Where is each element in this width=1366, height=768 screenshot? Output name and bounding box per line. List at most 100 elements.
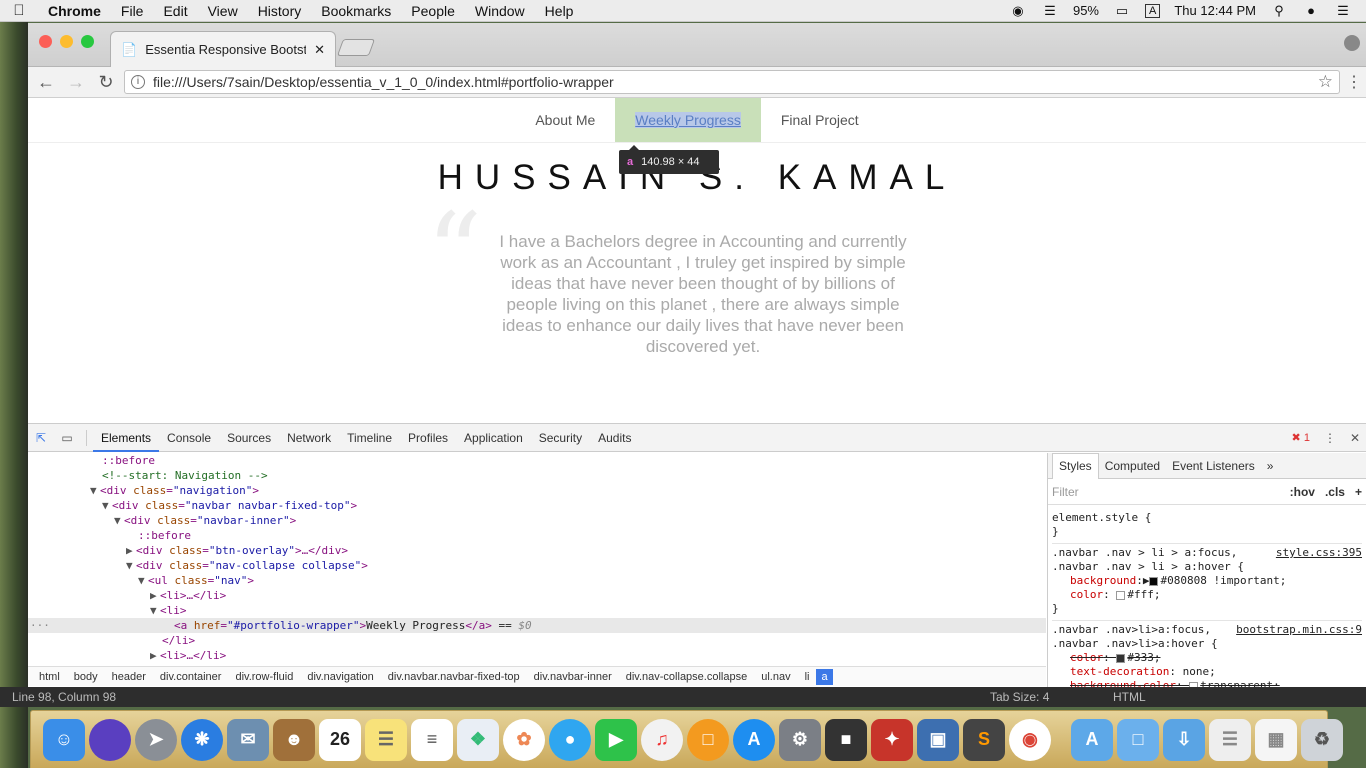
menu-chrome[interactable]: Chrome <box>38 3 111 19</box>
reload-icon[interactable]: ↻ <box>94 70 118 94</box>
crumb[interactable]: html <box>32 671 67 683</box>
document-stack-icon[interactable]: ☰ <box>1209 718 1251 761</box>
dom-line[interactable]: ▶ <li>…</li> <box>28 648 1046 663</box>
notes-icon[interactable]: ☰ <box>365 718 407 761</box>
close-window-button[interactable] <box>39 35 52 48</box>
chrome-menu-icon[interactable]: ⋮ <box>1346 72 1362 92</box>
tab-event-listeners[interactable]: Event Listeners <box>1166 459 1261 473</box>
dom-line[interactable]: ▶ <div class="btn-overlay">…</div> <box>28 543 1046 558</box>
chrome-icon[interactable]: ◉ <box>1009 718 1051 761</box>
dom-line[interactable]: </li> <box>28 633 1046 648</box>
menu-view[interactable]: View <box>198 3 248 19</box>
crumb[interactable]: div.navbar-inner <box>527 671 619 683</box>
app-icon-monitor[interactable]: ▣ <box>917 718 959 761</box>
dom-line-selected[interactable]: ··· <a href="#portfolio-wrapper">Weekly P… <box>28 618 1046 633</box>
close-tab-icon[interactable]: ✕ <box>314 42 325 58</box>
dom-line[interactable]: ▼ <div class="navigation"> <box>28 483 1046 498</box>
back-icon[interactable]: ← <box>34 70 58 94</box>
maps-icon[interactable]: ❖ <box>457 718 499 761</box>
dom-line[interactable]: ::before <box>28 453 1046 468</box>
photos-icon[interactable]: ✿ <box>503 718 545 761</box>
add-rule-icon[interactable]: + <box>1355 485 1362 499</box>
browser-tab[interactable]: 📄 Essentia Responsive Bootstrap ✕ <box>110 31 336 67</box>
facetime-icon[interactable]: ▶ <box>595 718 637 761</box>
crumb-current[interactable]: a <box>816 668 833 685</box>
dom-line[interactable]: ▼ <div class="navbar navbar-fixed-top"> <box>28 498 1046 513</box>
itunes-icon[interactable]: ♫ <box>641 718 683 761</box>
tab-console[interactable]: Console <box>159 424 219 452</box>
applications-folder-icon[interactable]: A <box>1071 718 1113 761</box>
wifi-icon[interactable]: ☰ <box>1041 3 1059 18</box>
hat-icon[interactable]: ◉ <box>1009 3 1027 18</box>
nav-weekly-progress[interactable]: Weekly Progress <box>615 98 761 142</box>
address-bar[interactable]: i file:///Users/7sain/Desktop/essentia_v… <box>124 70 1340 94</box>
error-indicator[interactable]: ✖ 1 <box>1292 431 1310 444</box>
source-link[interactable]: bootstrap.min.css:9 <box>1236 623 1362 637</box>
dom-line[interactable]: ::before <box>28 528 1046 543</box>
nav-about-me[interactable]: About Me <box>515 98 615 142</box>
profile-icon[interactable] <box>1344 35 1360 51</box>
tab-elements[interactable]: Elements <box>93 424 160 452</box>
tab-application[interactable]: Application <box>456 424 531 452</box>
ibooks-icon[interactable]: □ <box>687 718 729 761</box>
input-source-icon[interactable]: A <box>1145 3 1161 18</box>
hov-toggle[interactable]: :hov <box>1290 485 1315 499</box>
menu-window[interactable]: Window <box>465 3 535 19</box>
filter-input[interactable]: Filter <box>1052 485 1079 499</box>
cls-toggle[interactable]: .cls <box>1325 485 1345 499</box>
calendar-icon[interactable]: 26 <box>319 718 361 761</box>
device-toolbar-icon[interactable]: ▭ <box>54 431 80 445</box>
menu-file[interactable]: File <box>111 3 154 19</box>
menu-help[interactable]: Help <box>535 3 584 19</box>
menu-bookmarks[interactable]: Bookmarks <box>311 3 401 19</box>
messages-icon[interactable]: ● <box>549 718 591 761</box>
battery-percent[interactable]: 95% <box>1073 3 1099 18</box>
inspect-element-icon[interactable]: ⇱ <box>28 431 54 445</box>
menu-people[interactable]: People <box>401 3 465 19</box>
tab-profiles[interactable]: Profiles <box>400 424 456 452</box>
crumb[interactable]: body <box>67 671 105 683</box>
siri-icon[interactable] <box>89 718 131 761</box>
app-icon-red[interactable]: ✦ <box>871 718 913 761</box>
downloads-folder-icon[interactable]: ⇩ <box>1163 718 1205 761</box>
forward-icon[interactable]: → <box>64 70 88 94</box>
crumb[interactable]: div.navbar.navbar-fixed-top <box>381 671 527 683</box>
tab-security[interactable]: Security <box>531 424 590 452</box>
nav-final-project[interactable]: Final Project <box>761 98 879 142</box>
search-icon[interactable]: ⚲ <box>1270 3 1288 18</box>
rule-style-css[interactable]: style.css:395 .navbar .nav > li > a:focus… <box>1052 544 1362 621</box>
screenshot-stack-icon[interactable]: ▦ <box>1255 718 1297 761</box>
safari-icon[interactable]: ❋ <box>181 718 223 761</box>
crumb[interactable]: div.container <box>153 671 229 683</box>
minimize-window-button[interactable] <box>60 35 73 48</box>
sublime-text-icon[interactable]: S <box>963 718 1005 761</box>
rule-element-style[interactable]: element.style { } <box>1052 509 1362 544</box>
menu-edit[interactable]: Edit <box>153 3 197 19</box>
syntax-mode[interactable]: HTML <box>1113 690 1146 704</box>
crumb[interactable]: li <box>798 671 817 683</box>
reminders-icon[interactable]: ≡ <box>411 718 453 761</box>
apple-menu-icon[interactable]:  <box>0 2 38 19</box>
zoom-window-button[interactable] <box>81 35 94 48</box>
crumb[interactable]: header <box>105 671 153 683</box>
menu-history[interactable]: History <box>248 3 312 19</box>
battery-icon[interactable]: ▭ <box>1113 3 1131 18</box>
tab-styles[interactable]: Styles <box>1052 453 1099 479</box>
dom-line[interactable]: <!--start: Navigation --> <box>28 468 1046 483</box>
tab-computed[interactable]: Computed <box>1099 459 1166 473</box>
app-icon-dark[interactable]: ■ <box>825 718 867 761</box>
tab-audits[interactable]: Audits <box>590 424 639 452</box>
new-tab-button[interactable] <box>336 39 376 56</box>
more-tabs-icon[interactable]: » <box>1261 459 1280 473</box>
crumb[interactable]: div.nav-collapse.collapse <box>619 671 754 683</box>
notification-center-icon[interactable]: ☰ <box>1334 3 1352 18</box>
dom-line[interactable]: ▼ <ul class="nav"> <box>28 573 1046 588</box>
siri-icon[interactable]: ● <box>1302 3 1320 18</box>
dom-line[interactable]: ▼ <div class="navbar-inner"> <box>28 513 1046 528</box>
mail-icon[interactable]: ✉ <box>227 718 269 761</box>
devtools-menu-icon[interactable]: ⋮ <box>1324 431 1336 445</box>
finder-icon[interactable]: ☺ <box>43 718 85 761</box>
tab-network[interactable]: Network <box>279 424 339 452</box>
trash-icon[interactable]: ♻ <box>1301 718 1343 761</box>
system-preferences-icon[interactable]: ⚙ <box>779 718 821 761</box>
